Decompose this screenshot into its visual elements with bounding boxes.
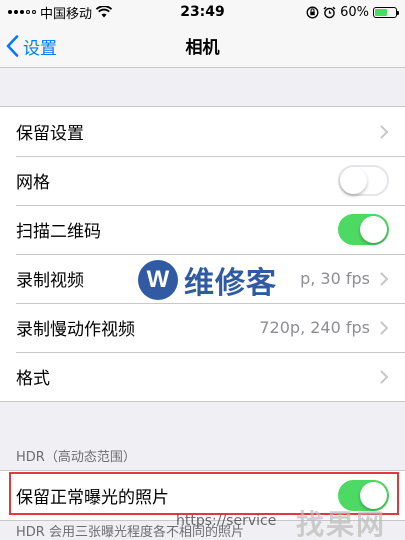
signal-icon: [8, 10, 36, 14]
toggle-knob: [360, 216, 387, 243]
status-left: 中国移动: [8, 3, 148, 22]
alarm-icon: [323, 6, 336, 18]
back-button[interactable]: 设置: [6, 24, 57, 68]
chevron-right-icon: [380, 125, 388, 138]
settings-row[interactable]: 格式: [0, 352, 405, 401]
back-label: 设置: [23, 38, 57, 59]
toggle-switch[interactable]: [338, 165, 389, 196]
chevron-right-icon: [380, 272, 388, 285]
settings-row[interactable]: 网格: [0, 156, 405, 205]
carrier-label: 中国移动: [40, 6, 93, 22]
battery-level: [375, 8, 387, 16]
camera-settings-group: 保留设置网格扫描二维码录制视频 p, 30 fps 录制慢动作视频 720p, 240…: [0, 106, 405, 402]
status-time: 23:49: [180, 4, 225, 20]
battery-percent: 60%: [340, 4, 369, 20]
wifi-icon: [96, 6, 113, 18]
battery-icon: [373, 6, 399, 18]
row-label: 保留正常曝光的照片: [16, 488, 169, 508]
toggle-knob: [340, 167, 367, 194]
status-right: 60%: [257, 4, 399, 20]
row-label: 网格: [16, 173, 50, 193]
rotation-lock-icon: [306, 6, 319, 18]
chevron-right-icon: [380, 370, 388, 383]
settings-row[interactable]: 扫描二维码: [0, 205, 405, 254]
watermark-corner-text: 找果网: [296, 508, 387, 540]
row-label: 扫描二维码: [16, 222, 101, 242]
settings-row[interactable]: 录制慢动作视频 720p, 240 fps: [0, 303, 405, 352]
watermark-url: https://service: [176, 513, 277, 529]
settings-row[interactable]: 保留设置: [0, 107, 405, 156]
navigation-bar: 设置 相机: [0, 24, 405, 68]
row-label: 录制视频: [16, 271, 84, 291]
row-label: 录制慢动作视频: [16, 320, 135, 340]
chevron-left-icon: [6, 35, 19, 57]
hdr-section-header: HDR（高动态范围）: [16, 450, 136, 465]
status-bar: 中国移动 23:49 60%: [0, 0, 405, 24]
row-detail: p, 30 fps: [300, 269, 370, 288]
row-detail: 720p, 240 fps: [259, 318, 370, 337]
chevron-right-icon: [380, 321, 388, 334]
row-label: 格式: [16, 369, 50, 389]
page-title: 相机: [185, 38, 220, 58]
toggle-switch[interactable]: [338, 214, 389, 245]
settings-row[interactable]: 录制视频 p, 30 fps: [0, 254, 405, 303]
row-label: 保留设置: [16, 124, 84, 144]
